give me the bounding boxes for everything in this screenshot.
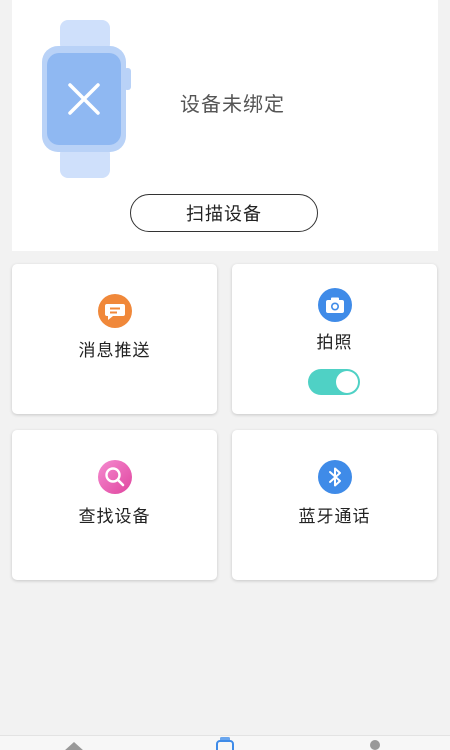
device-status-text: 设备未绑定 xyxy=(180,92,285,116)
camera-toggle[interactable] xyxy=(308,369,360,395)
toggle-knob xyxy=(336,371,358,393)
watch-icon[interactable] xyxy=(214,737,236,750)
scan-device-button[interactable]: 扫描设备 xyxy=(130,194,318,232)
search-icon xyxy=(97,460,132,494)
camera-card[interactable]: 拍照 xyxy=(232,264,437,414)
message-push-label: 消息推送 xyxy=(78,341,151,361)
profile-icon[interactable] xyxy=(367,739,383,750)
home-icon[interactable] xyxy=(62,739,86,750)
bluetooth-call-card[interactable]: 蓝牙通话 xyxy=(232,430,437,580)
bluetooth-call-label: 蓝牙通话 xyxy=(298,507,371,527)
message-icon xyxy=(97,294,132,328)
bottom-nav xyxy=(0,735,450,750)
bluetooth-icon xyxy=(317,460,352,494)
camera-icon xyxy=(317,288,352,322)
smartwatch-icon xyxy=(42,20,131,178)
camera-label: 拍照 xyxy=(316,333,353,353)
message-push-card[interactable]: 消息推送 xyxy=(12,264,217,414)
device-panel: 设备未绑定 扫描设备 xyxy=(12,0,438,251)
find-device-card[interactable]: 查找设备 xyxy=(12,430,217,580)
scan-device-label: 扫描设备 xyxy=(186,204,262,225)
find-device-label: 查找设备 xyxy=(78,507,151,527)
